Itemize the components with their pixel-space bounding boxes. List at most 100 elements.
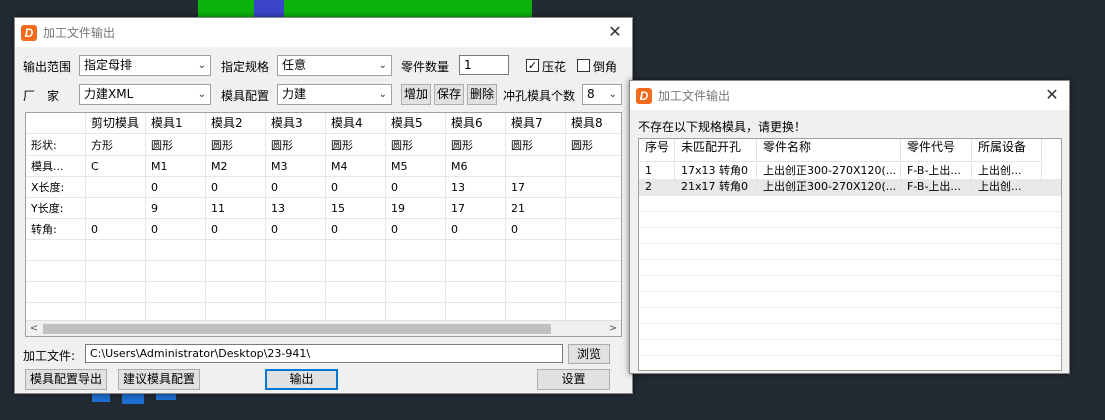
table-header-cell[interactable]: 序号	[639, 139, 675, 162]
grid-cell[interactable]	[566, 219, 621, 240]
chamfer-checkbox[interactable]	[577, 59, 590, 72]
grid-cell[interactable]	[326, 282, 386, 303]
grid-cell[interactable]: 21	[506, 198, 566, 219]
grid-cell[interactable]	[566, 261, 621, 282]
grid-cell[interactable]	[566, 156, 621, 177]
table-header-cell[interactable]: 所属设备	[972, 139, 1042, 162]
grid-cell[interactable]: 形状:	[26, 135, 86, 156]
close-icon[interactable]: ✕	[606, 23, 624, 41]
grid-cell[interactable]: 11	[206, 198, 266, 219]
grid-cell[interactable]: 方形	[86, 135, 146, 156]
grid-cell[interactable]: M3	[266, 156, 326, 177]
grid-cell[interactable]: 转角:	[26, 219, 86, 240]
grid-cell[interactable]: C	[86, 156, 146, 177]
grid-cell[interactable]: M1	[146, 156, 206, 177]
table-row[interactable]: 1 17x13 转角0 上出创正300-270X120(... F-B-上出... 上出…	[639, 163, 1061, 179]
grid-cell[interactable]	[326, 261, 386, 282]
table-header-cell[interactable]: 零件名称	[757, 139, 901, 162]
export-config-button[interactable]: 模具配置导出	[25, 369, 107, 390]
grid-cell[interactable]	[386, 282, 446, 303]
grid-cell[interactable]: 9	[146, 198, 206, 219]
grid-cell[interactable]: 0	[506, 219, 566, 240]
grid-cell[interactable]: M2	[206, 156, 266, 177]
grid-cell[interactable]: 圆形	[506, 135, 566, 156]
close-icon[interactable]: ✕	[1043, 86, 1061, 104]
grid-cell[interactable]: 0	[206, 219, 266, 240]
grid-cell[interactable]: M5	[386, 156, 446, 177]
die-config-grid[interactable]: 剪切模具 模具1 模具2 模具3 模具4 模具5 模具6 模具7 模具8 形状: 方形 圆形 圆形 圆形圆…	[25, 112, 622, 337]
grid-cell[interactable]	[146, 282, 206, 303]
grid-cell[interactable]	[26, 240, 86, 261]
grid-cell[interactable]: 0	[146, 177, 206, 198]
grid-cell[interactable]	[506, 261, 566, 282]
scroll-thumb[interactable]	[43, 324, 551, 334]
grid-cell[interactable]	[146, 261, 206, 282]
grid-cell[interactable]	[446, 261, 506, 282]
grid-cell[interactable]: 0	[326, 177, 386, 198]
titlebar[interactable]: D 加工文件输出 ✕	[630, 81, 1069, 110]
range-select[interactable]: 指定母排 ⌄	[79, 55, 211, 76]
grid-cell[interactable]	[266, 261, 326, 282]
output-button[interactable]: 输出	[265, 369, 338, 390]
grid-cell[interactable]	[86, 198, 146, 219]
grid-cell[interactable]: 圆形	[386, 135, 446, 156]
grid-cell[interactable]: Y长度:	[26, 198, 86, 219]
grid-cell[interactable]: 圆形	[566, 135, 621, 156]
grid-cell[interactable]	[86, 177, 146, 198]
table-header-cell[interactable]: 零件代号	[901, 139, 972, 162]
spec-select[interactable]: 任意 ⌄	[277, 55, 392, 76]
grid-cell[interactable]: 圆形	[266, 135, 326, 156]
grid-cell[interactable]: 0	[86, 219, 146, 240]
grid-cell[interactable]: 圆形	[446, 135, 506, 156]
grid-cell[interactable]	[26, 282, 86, 303]
grid-cell[interactable]	[86, 261, 146, 282]
table-row[interactable]: 2 21x17 转角0 上出创正300-270X120(... F-B-上出... 上出…	[639, 179, 1061, 195]
grid-cell[interactable]: 15	[326, 198, 386, 219]
grid-cell[interactable]: 模具...	[26, 156, 86, 177]
grid-cell[interactable]	[506, 240, 566, 261]
punch-count-select[interactable]: 8 ⌄	[582, 84, 622, 105]
grid-cell[interactable]: 17	[506, 177, 566, 198]
grid-cell[interactable]	[446, 240, 506, 261]
grid-cell[interactable]: M4	[326, 156, 386, 177]
grid-cell[interactable]: 13	[446, 177, 506, 198]
grid-cell[interactable]: 0	[266, 177, 326, 198]
grid-cell[interactable]	[506, 282, 566, 303]
grid-cell[interactable]	[446, 282, 506, 303]
unmatched-holes-table[interactable]: 序号 未匹配开孔 零件名称 零件代号 所属设备 1 17x13 转角0 上出创正300-270…	[638, 138, 1062, 371]
grid-cell[interactable]: X长度:	[26, 177, 86, 198]
grid-cell[interactable]: 17	[446, 198, 506, 219]
grid-cell[interactable]: 0	[206, 177, 266, 198]
settings-button[interactable]: 设置	[537, 369, 610, 390]
delete-button[interactable]: 删除	[467, 84, 497, 105]
add-button[interactable]: 增加	[401, 84, 431, 105]
horizontal-scrollbar[interactable]: < >	[26, 320, 621, 336]
grid-cell[interactable]	[566, 282, 621, 303]
grid-cell[interactable]: 0	[386, 219, 446, 240]
qty-input[interactable]: 1	[459, 55, 509, 75]
grid-cell[interactable]	[86, 282, 146, 303]
grid-cell[interactable]	[206, 240, 266, 261]
grid-cell[interactable]: 圆形	[146, 135, 206, 156]
grid-cell[interactable]: 0	[146, 219, 206, 240]
grid-cell[interactable]	[566, 240, 621, 261]
grid-cell[interactable]: 圆形	[206, 135, 266, 156]
grid-cell[interactable]	[566, 177, 621, 198]
save-button[interactable]: 保存	[434, 84, 464, 105]
grid-cell[interactable]	[146, 240, 206, 261]
vendor-select[interactable]: 力建XML ⌄	[79, 84, 211, 105]
grid-cell[interactable]	[206, 282, 266, 303]
grid-cell[interactable]	[86, 240, 146, 261]
grid-cell[interactable]	[386, 240, 446, 261]
browse-button[interactable]: 浏览	[568, 344, 610, 364]
scroll-right-icon[interactable]: >	[605, 321, 621, 336]
grid-cell[interactable]	[566, 198, 621, 219]
grid-cell[interactable]: 0	[386, 177, 446, 198]
file-path-input[interactable]: C:\Users\Administrator\Desktop\23-941\	[85, 344, 563, 363]
grid-cell[interactable]	[266, 282, 326, 303]
suggest-config-button[interactable]: 建议模具配置	[118, 369, 200, 390]
grid-cell[interactable]: 0	[266, 219, 326, 240]
grid-cell[interactable]	[26, 261, 86, 282]
table-header-cell[interactable]: 未匹配开孔	[675, 139, 757, 162]
config-select[interactable]: 力建 ⌄	[277, 84, 392, 105]
